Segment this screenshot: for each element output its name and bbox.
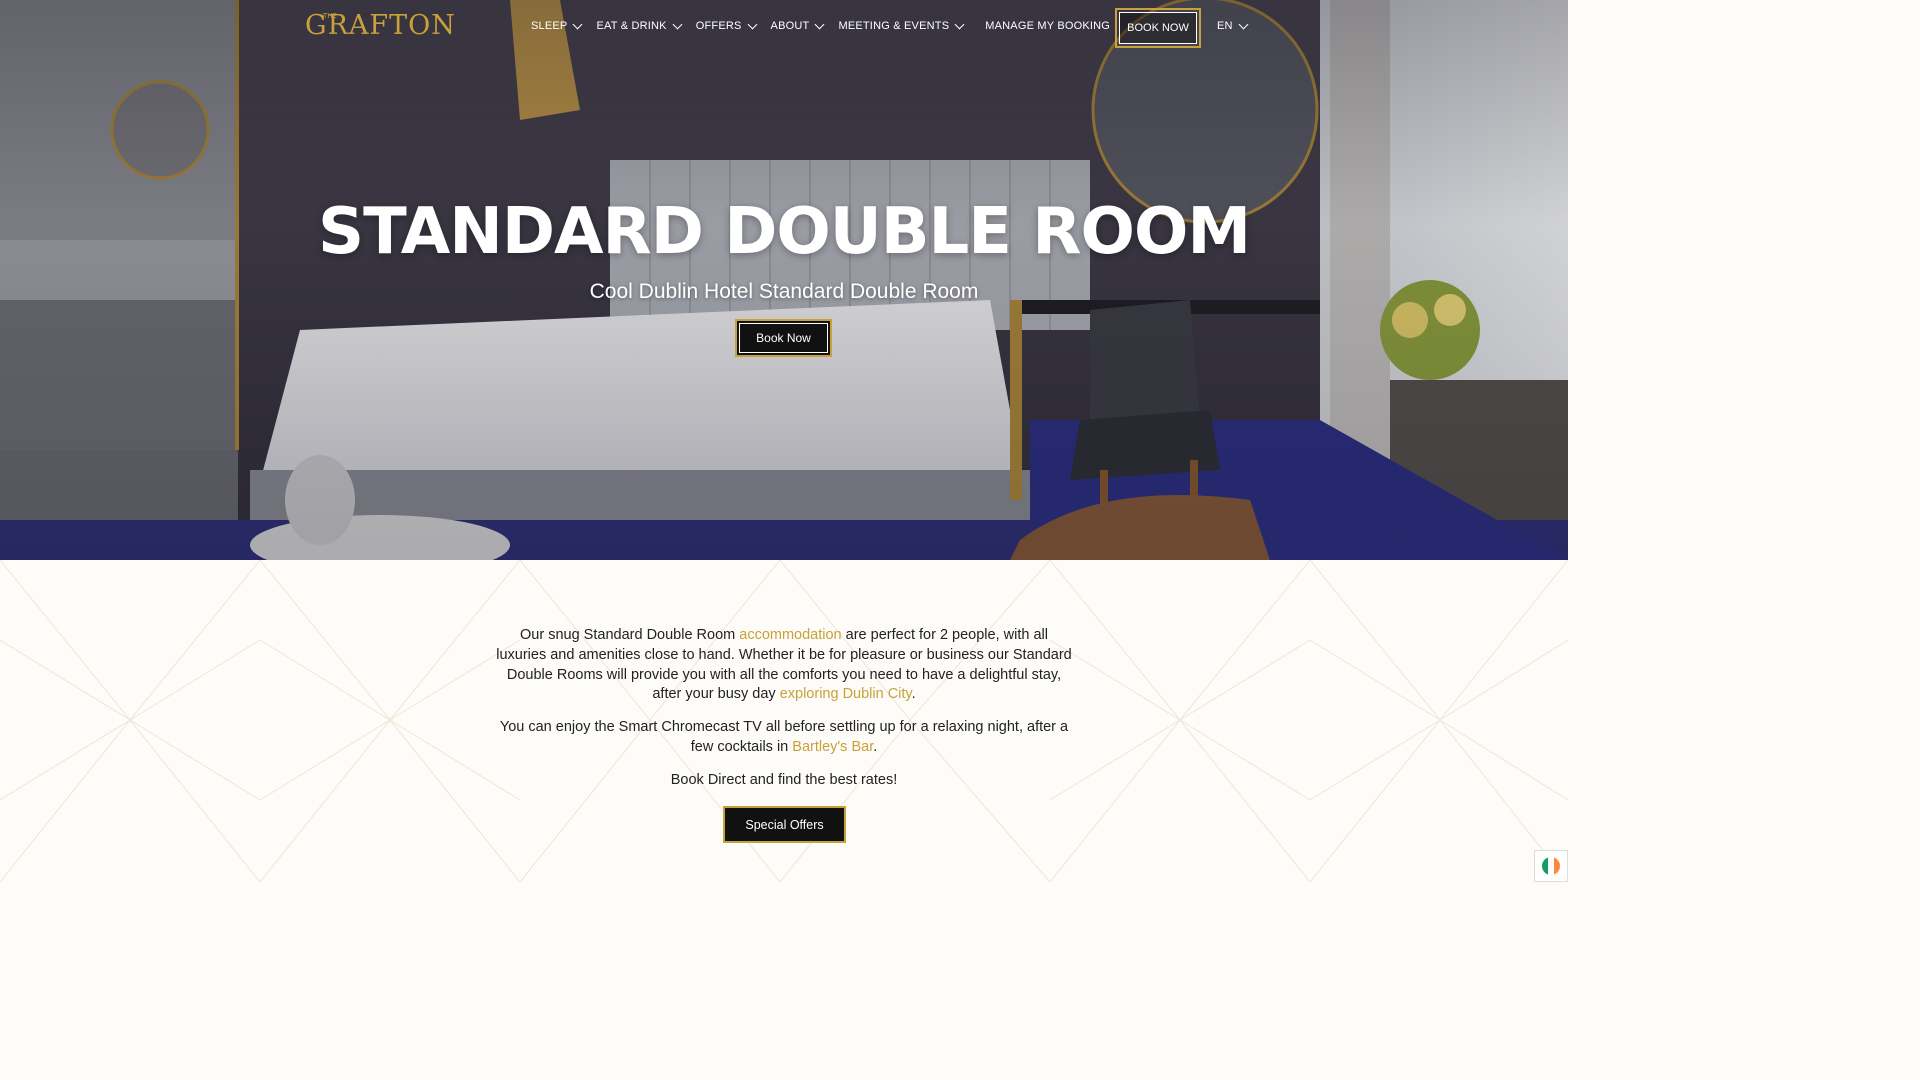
description-paragraph-1: Our snug Standard Double Room accommodat… bbox=[494, 626, 1074, 705]
grafton-logo[interactable]: GRAFTON THE bbox=[305, 10, 455, 44]
flag-circle bbox=[1542, 857, 1560, 875]
top-navigation: GRAFTON THE SLEEP EAT & DRINK OFFERS ABO… bbox=[0, 0, 1568, 58]
paragraph-text: Our snug Standard Double Room bbox=[520, 627, 740, 643]
chevron-down-icon bbox=[1238, 19, 1249, 29]
chevron-down-icon bbox=[954, 19, 965, 29]
chevron-down-icon bbox=[747, 19, 757, 29]
paragraph-text: . bbox=[911, 686, 916, 703]
nav-item-sleep[interactable]: SLEEP bbox=[531, 19, 583, 32]
logo-the: THE bbox=[323, 12, 337, 20]
special-offers-button[interactable]: Special Offers bbox=[723, 806, 846, 843]
nav-item-label: MEETING & EVENTS bbox=[838, 20, 950, 32]
page-subtitle: Cool Dublin Hotel Standard Double Room bbox=[589, 280, 979, 303]
nav-item-about[interactable]: ABOUT bbox=[770, 19, 825, 32]
nav-item-label: OFFERS bbox=[695, 20, 742, 32]
nav-item-label: EAT & DRINK bbox=[596, 20, 667, 32]
nav-item-label: MANAGE MY BOOKING bbox=[985, 20, 1111, 32]
book-now-nav-button[interactable]: BOOK NOW bbox=[1115, 8, 1201, 48]
room-description: Our snug Standard Double Room accommodat… bbox=[494, 626, 1074, 804]
book-now-button[interactable]: Book Now bbox=[735, 319, 832, 357]
exploring-dublin-link[interactable]: exploring Dublin City bbox=[780, 686, 912, 702]
special-offers-label: Special Offers bbox=[745, 817, 824, 832]
language-selector[interactable]: EN bbox=[1217, 19, 1249, 32]
bartleys-bar-link[interactable]: Bartley's Bar bbox=[792, 739, 873, 755]
nav-item-label: ABOUT bbox=[770, 20, 810, 32]
chevron-down-icon bbox=[573, 19, 583, 29]
page-title: STANDARD DOUBLE ROOM bbox=[317, 195, 1251, 269]
accommodation-link[interactable]: accommodation bbox=[739, 627, 841, 643]
main-menu: SLEEP EAT & DRINK OFFERS ABOUT MEETING &… bbox=[531, 19, 1110, 32]
nav-item-label: SLEEP bbox=[531, 20, 568, 32]
paragraph-text: You can enjoy the Smart Chromecast TV al… bbox=[499, 719, 1069, 755]
nav-item-meeting-events[interactable]: MEETING & EVENTS bbox=[838, 19, 965, 32]
nav-item-offers[interactable]: OFFERS bbox=[695, 19, 757, 32]
nav-item-eat-drink[interactable]: EAT & DRINK bbox=[596, 19, 683, 32]
language-label: EN bbox=[1217, 20, 1233, 32]
chevron-down-icon bbox=[815, 19, 825, 29]
description-paragraph-2: You can enjoy the Smart Chromecast TV al… bbox=[494, 718, 1074, 758]
paragraph-text: . bbox=[873, 738, 878, 755]
content-section: Our snug Standard Double Room accommodat… bbox=[0, 560, 1568, 882]
book-now-label: Book Now bbox=[756, 331, 811, 345]
nav-item-manage-booking[interactable]: MANAGE MY BOOKING bbox=[985, 20, 1110, 32]
ireland-flag-icon[interactable] bbox=[1534, 850, 1568, 882]
book-now-nav-label: BOOK NOW bbox=[1119, 12, 1197, 44]
book-direct-text: Book Direct and find the best rates! bbox=[670, 771, 898, 788]
chevron-down-icon bbox=[672, 19, 683, 29]
